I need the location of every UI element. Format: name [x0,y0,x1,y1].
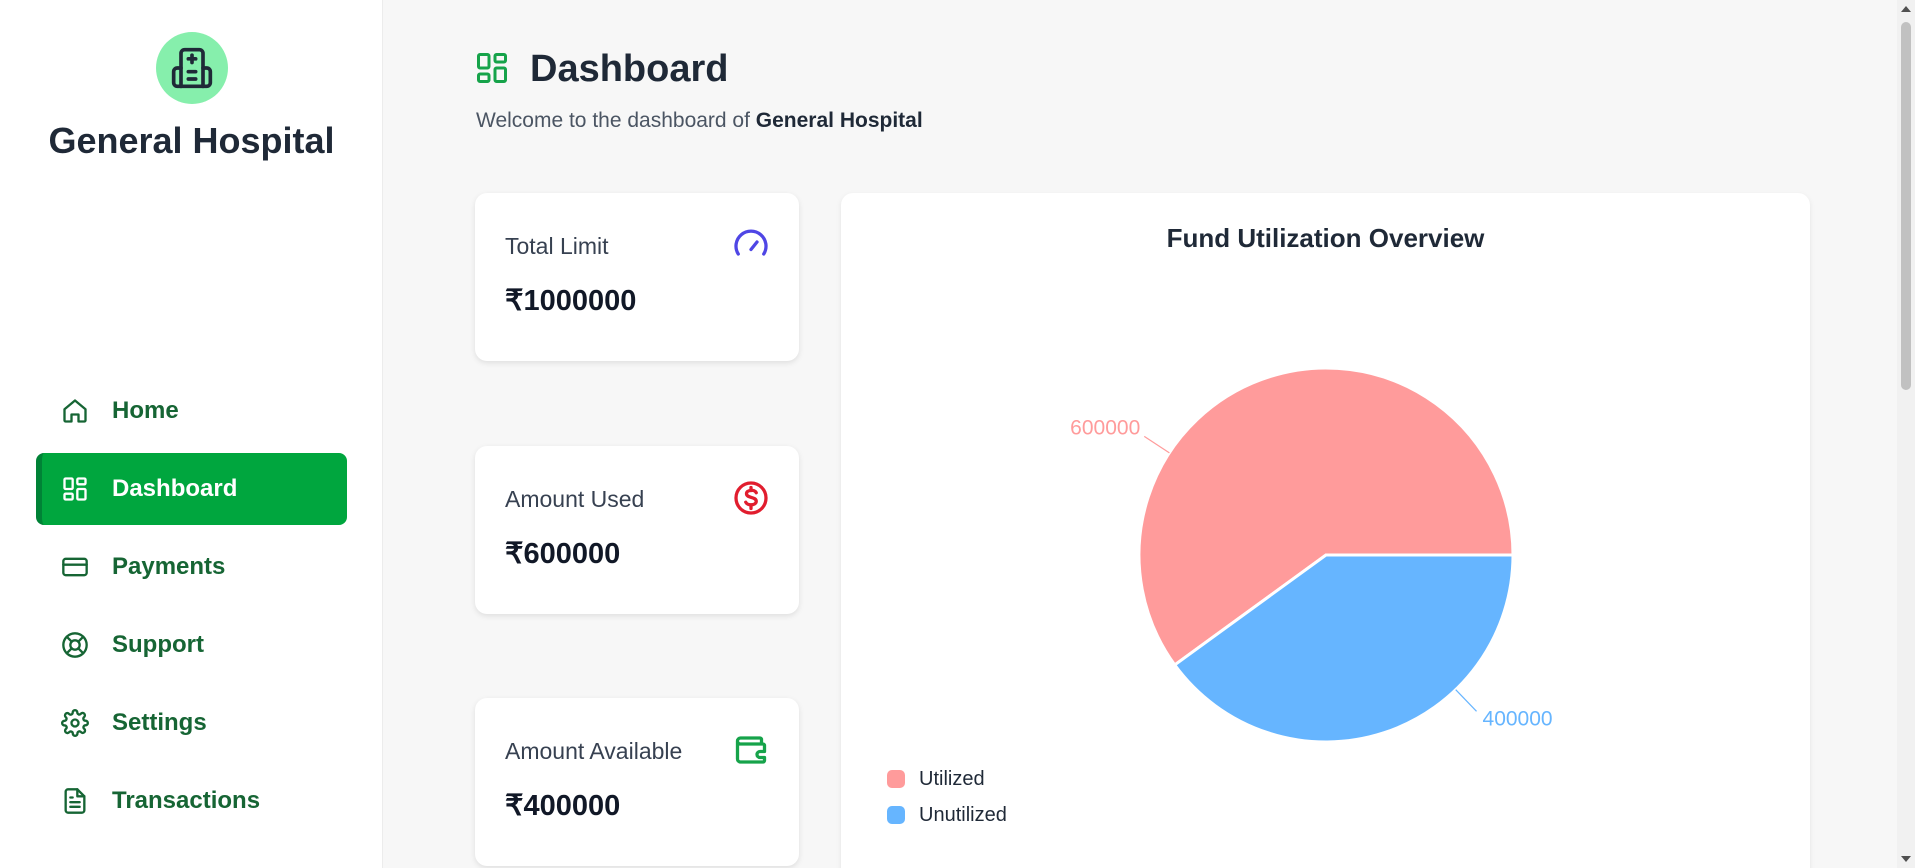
wallet-icon [735,736,767,764]
home-icon [60,396,90,426]
sidebar-item-support[interactable]: Support [36,609,347,681]
pie-value-label: 400000 [1483,707,1553,730]
sidebar-item-label: Settings [112,709,207,736]
amount-available-card: Amount Available ₹400000 [475,698,799,866]
hospital-icon [171,47,213,89]
sidebar-item-settings[interactable]: Settings [36,687,347,759]
legend-label: Unutilized [919,803,1007,826]
legend-swatch [887,770,905,788]
page-scrollbar[interactable] [1897,0,1915,868]
sidebar-item-label: Transactions [112,787,261,814]
dollar-circle-icon [734,481,768,515]
legend-swatch [887,806,905,824]
hospital-name: General Hospital [48,120,335,161]
fund-utilization-chart-card: Fund Utilization Overview 600000 400000 U… [841,193,1810,868]
sidebar-item-label: Payments [112,553,226,580]
sidebar-item-home[interactable]: Home [36,375,347,447]
total-limit-card: Total Limit ₹1000000 [475,193,799,361]
legend-label: Utilized [919,767,985,790]
pie-label-line [1143,435,1170,454]
scroll-thumb[interactable] [1901,22,1911,390]
card-value: ₹400000 [505,790,621,822]
page-title: Dashboard [530,48,729,90]
gauge-icon [734,229,768,256]
sidebar-item-transactions[interactable]: Transactions [36,765,347,837]
dashboard-icon [60,474,90,504]
lifebuoy-icon [60,630,90,660]
scroll-down-arrow[interactable] [1901,856,1911,862]
sidebar: General Hospital Home Dashboard Payments… [0,0,383,868]
sidebar-nav: Home Dashboard Payments Support Settings [36,375,347,843]
pie-value-label: 600000 [1070,416,1140,439]
amount-used-card: Amount Used ₹600000 [475,446,799,614]
hospital-logo [156,32,228,104]
document-icon [60,786,90,816]
sidebar-item-label: Home [112,397,179,424]
welcome-prefix: Welcome to the dashboard of [476,109,756,132]
scroll-up-arrow[interactable] [1901,6,1911,12]
card-value: ₹1000000 [505,285,637,317]
sidebar-item-label: Dashboard [112,475,238,502]
dashboard-icon [477,53,507,83]
card-label: Total Limit [505,233,609,259]
legend-item-utilized[interactable]: Utilized [887,761,1007,797]
card-label: Amount Used [505,486,645,512]
gear-icon [60,708,90,738]
pie-label-line [1455,689,1477,712]
credit-card-icon [60,552,90,582]
legend-item-unutilized[interactable]: Unutilized [887,797,1007,833]
sidebar-item-label: Support [112,631,204,658]
welcome-text: Welcome to the dashboard of General Hosp… [476,109,923,133]
card-value: ₹600000 [505,538,621,570]
card-label: Amount Available [505,738,683,764]
sidebar-item-payments[interactable]: Payments [36,531,347,603]
welcome-hospital-name: General Hospital [755,109,923,132]
sidebar-item-dashboard[interactable]: Dashboard [36,453,347,525]
chart-legend: Utilized Unutilized [887,761,1007,833]
